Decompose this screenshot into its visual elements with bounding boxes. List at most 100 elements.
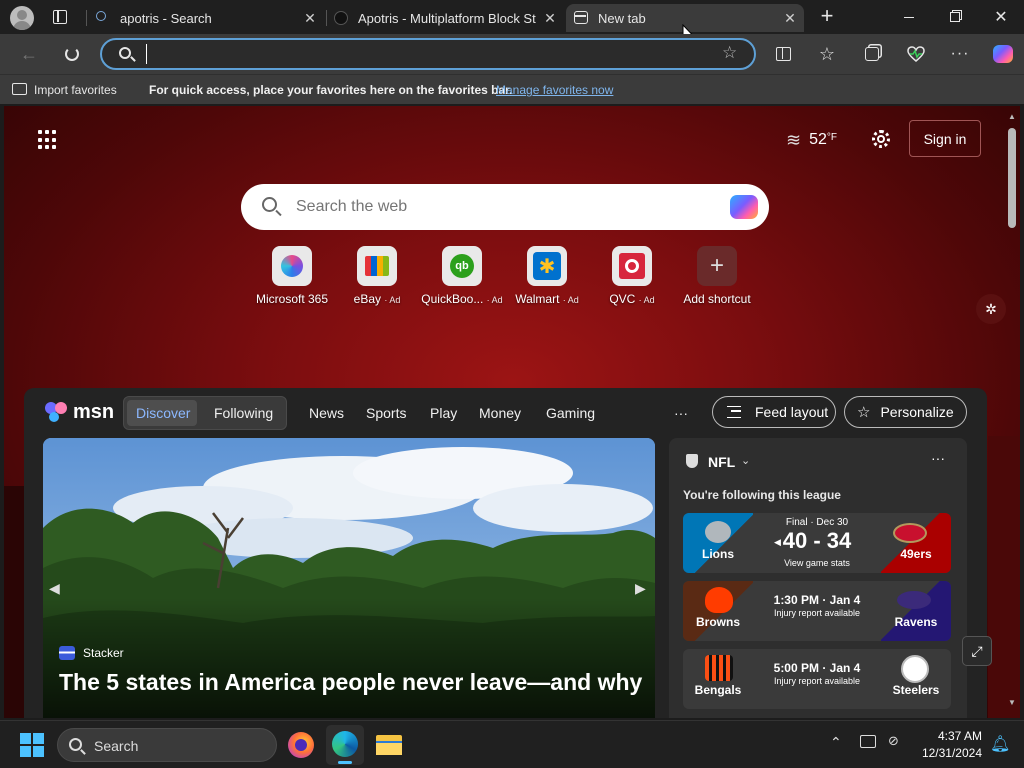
msn-butterfly-icon xyxy=(45,400,69,424)
settings-and-more-button[interactable]: ··· xyxy=(945,40,975,68)
chevron-down-icon[interactable]: ⌄ xyxy=(741,454,750,467)
tab-news[interactable]: News xyxy=(309,405,344,421)
weather-widget[interactable]: ≋ 52 °F xyxy=(786,128,837,152)
star-edit-icon: ☆ xyxy=(857,404,871,421)
personalize-label: Personalize xyxy=(880,404,954,420)
address-bar[interactable]: ☆ xyxy=(100,38,756,70)
msn-brand: msn xyxy=(73,400,115,423)
new-tab-button[interactable]: + xyxy=(816,4,838,30)
game-note: Injury report available xyxy=(773,676,861,686)
edge-icon xyxy=(332,731,358,757)
game-score: 40 - 34 xyxy=(782,528,852,553)
feed-layout-button[interactable]: Feed layout xyxy=(712,396,836,428)
tab-gaming[interactable]: Gaming xyxy=(546,405,595,421)
address-input[interactable] xyxy=(146,44,706,64)
more-icon: ··· xyxy=(950,45,970,62)
ebay-icon xyxy=(357,246,397,286)
article-headline[interactable]: The 5 states in America people never lea… xyxy=(59,669,649,696)
game-score-row[interactable]: Lions Final · Dec 30 40 - 34 ◀ View game… xyxy=(683,513,951,573)
browser-essentials-button[interactable] xyxy=(901,40,931,68)
navigation-bar: ← ☆ ☆ ··· xyxy=(0,34,1024,74)
copilot-button[interactable] xyxy=(988,40,1018,68)
sparkle-button[interactable]: ✲ xyxy=(976,294,1006,324)
manage-favorites-link[interactable]: Manage favorites now xyxy=(496,83,613,97)
sparkle-icon: ✲ xyxy=(985,300,997,317)
back-button[interactable]: ← xyxy=(14,40,44,68)
show-hidden-icons-button[interactable]: ⌃ xyxy=(830,734,842,751)
game-score-row[interactable]: Bengals 5:00 PM · Jan 4 Injury report av… xyxy=(683,649,951,709)
shortcut-walmart[interactable]: ✱ Walmart · Ad xyxy=(504,246,590,306)
sign-in-button[interactable]: Sign in xyxy=(909,120,981,157)
volume-muted-icon[interactable]: ⊘ xyxy=(888,733,899,749)
edge-taskbar-button[interactable] xyxy=(326,725,364,765)
restore-icon xyxy=(950,12,960,22)
network-icon[interactable] xyxy=(860,735,876,748)
carousel-next-button[interactable]: ▶ xyxy=(635,580,646,597)
restore-button[interactable] xyxy=(932,0,978,34)
shortcut-ebay[interactable]: eBay · Ad xyxy=(334,246,420,306)
scroll-up-icon[interactable]: ▲ xyxy=(1008,112,1016,121)
page-settings-button[interactable] xyxy=(870,128,892,150)
search-icon-handle xyxy=(130,56,136,62)
microsoft-365-icon xyxy=(272,246,312,286)
start-button[interactable] xyxy=(20,733,44,757)
tab-play[interactable]: Play xyxy=(430,405,457,421)
taskbar-search-box[interactable]: Search xyxy=(57,728,277,762)
scroll-down-icon[interactable]: ▼ xyxy=(1008,698,1016,707)
stacker-logo-icon xyxy=(59,646,75,660)
more-tabs-button[interactable]: ··· xyxy=(674,405,688,421)
tab-label: New tab xyxy=(598,10,646,26)
tab-apotris-multiplatform[interactable]: Apotris - Multiplatform Block Stac ✕ xyxy=(328,4,564,32)
minimize-button[interactable] xyxy=(886,0,932,34)
close-window-button[interactable]: ✕ xyxy=(978,0,1024,34)
copilot-icon[interactable] xyxy=(730,195,758,219)
close-tab-icon[interactable]: ✕ xyxy=(782,10,798,27)
carousel-prev-button[interactable]: ◀ xyxy=(49,580,60,597)
minimize-icon xyxy=(904,16,914,18)
sliders-icon xyxy=(727,406,741,418)
tab-following[interactable]: Following xyxy=(214,405,273,421)
page-scrollbar[interactable]: ▲ ▼ xyxy=(1005,108,1019,716)
web-search-input[interactable] xyxy=(296,196,696,218)
app-launcher-button[interactable] xyxy=(38,130,58,150)
split-screen-button[interactable] xyxy=(768,40,798,68)
expand-button[interactable]: ⤢ xyxy=(962,636,992,666)
scrollbar-thumb[interactable] xyxy=(1008,128,1016,228)
game-score-row[interactable]: Browns 1:30 PM · Jan 4 Injury report ava… xyxy=(683,581,951,641)
hero-article-card[interactable]: ◀ ▶ Stacker The 5 states in America peop… xyxy=(43,438,655,718)
close-tab-icon[interactable]: ✕ xyxy=(302,10,318,27)
shortcut-microsoft-365[interactable]: Microsoft 365 xyxy=(249,246,335,306)
web-search-box[interactable] xyxy=(241,184,769,230)
49ers-logo-icon xyxy=(893,523,927,543)
personalize-button[interactable]: ☆ Personalize xyxy=(844,396,967,428)
favorites-icon: ☆ xyxy=(818,43,836,64)
browns-helmet-icon xyxy=(705,587,733,613)
article-source[interactable]: Stacker xyxy=(59,646,124,660)
card-more-button[interactable]: ··· xyxy=(931,450,945,466)
clock[interactable]: 4:37 AM 12/31/2024 xyxy=(912,728,982,762)
firefox-taskbar-button[interactable] xyxy=(288,732,314,758)
collections-button[interactable] xyxy=(857,40,887,68)
import-favorites-link[interactable]: Import favorites xyxy=(34,83,117,97)
shortcut-label: QVC xyxy=(609,292,636,306)
notification-bell-icon[interactable]: 🔔︎ xyxy=(990,734,1010,754)
add-shortcut-button[interactable]: + Add shortcut xyxy=(674,246,760,306)
close-tab-icon[interactable]: ✕ xyxy=(542,10,558,27)
favorites-bar: Import favorites For quick access, place… xyxy=(0,74,1024,104)
vertical-tabs-icon[interactable] xyxy=(53,10,67,24)
file-explorer-taskbar-button[interactable] xyxy=(376,733,402,755)
msn-logo[interactable]: msn xyxy=(45,400,114,424)
shortcut-quickbooks[interactable]: qb QuickBoo... · Ad xyxy=(419,246,505,306)
tab-sports[interactable]: Sports xyxy=(366,405,406,421)
favorite-star-icon[interactable]: ☆ xyxy=(722,43,737,63)
tab-apotris-search[interactable]: apotris - Search ✕ xyxy=(88,4,324,32)
nfl-title[interactable]: NFL xyxy=(708,454,735,470)
favorites-button[interactable]: ☆ xyxy=(812,40,842,68)
tab-money[interactable]: Money xyxy=(479,405,521,421)
game-status: 5:00 PM · Jan 4 xyxy=(773,661,861,675)
tab-label: Apotris - Multiplatform Block Stac xyxy=(358,10,536,26)
refresh-button[interactable] xyxy=(57,40,87,68)
game-note: Injury report available xyxy=(773,608,861,618)
shortcut-qvc[interactable]: QVC · Ad xyxy=(589,246,675,306)
profile-avatar[interactable] xyxy=(10,6,34,30)
